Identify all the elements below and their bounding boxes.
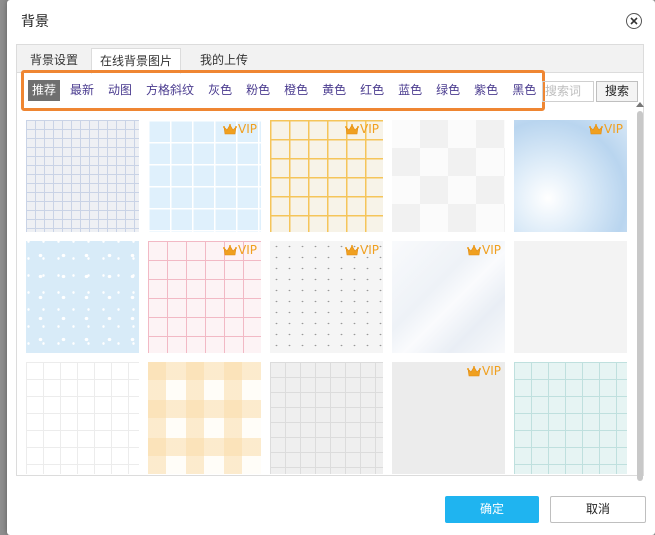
dialog-title: 背景: [21, 14, 49, 30]
category-5[interactable]: 粉色: [242, 80, 274, 101]
background-thumbnail[interactable]: [270, 362, 383, 474]
vip-label: VIP: [482, 243, 501, 257]
vip-label: VIP: [360, 122, 379, 136]
vip-label: VIP: [360, 243, 379, 257]
ok-button[interactable]: 确定: [445, 496, 539, 523]
background-thumbnail[interactable]: [26, 362, 139, 474]
category-11[interactable]: 紫色: [470, 80, 502, 101]
category-9[interactable]: 蓝色: [394, 80, 426, 101]
background-dialog: 背景 背景设置 在线背景图片 我的上传 推荐 最新 动图 方格斜纹 灰色 粉色 橙色 黄色 红色…: [7, 0, 655, 535]
category-7[interactable]: 黄色: [318, 80, 350, 101]
background-thumbnail[interactable]: [26, 241, 139, 353]
crown-icon: [345, 244, 360, 255]
background-thumbnail[interactable]: VIP: [148, 120, 261, 232]
tab-bar: 背景设置 在线背景图片 我的上传: [17, 45, 643, 74]
category-0[interactable]: 推荐: [28, 80, 61, 101]
vip-badge: VIP: [467, 243, 501, 257]
category-10[interactable]: 绿色: [432, 80, 464, 101]
category-3[interactable]: 方格斜纹: [142, 80, 198, 101]
background-thumbnail[interactable]: [148, 362, 261, 474]
background-thumbnail[interactable]: VIP: [270, 241, 383, 353]
crown-icon: [345, 123, 360, 134]
vip-badge: VIP: [467, 364, 501, 378]
category-6[interactable]: 橙色: [280, 80, 312, 101]
vip-badge: VIP: [345, 243, 379, 257]
category-8[interactable]: 红色: [356, 80, 388, 101]
close-icon: [630, 17, 638, 25]
crown-icon: [223, 244, 238, 255]
vip-label: VIP: [238, 122, 257, 136]
background-thumbnail[interactable]: VIP: [514, 120, 627, 232]
crown-icon: [467, 244, 482, 255]
background-thumbnail[interactable]: VIP: [148, 241, 261, 353]
background-thumbnail[interactable]: [514, 362, 627, 474]
category-1[interactable]: 最新: [66, 80, 98, 101]
category-12[interactable]: 黑色: [508, 80, 540, 101]
category-bar: 推荐 最新 动图 方格斜纹 灰色 粉色 橙色 黄色 红色 蓝色 绿色 紫色 黑色: [28, 80, 546, 102]
search-input[interactable]: 搜索词: [542, 81, 594, 102]
scrollbar-thumb[interactable]: [637, 111, 643, 481]
cancel-button[interactable]: 取消: [550, 496, 646, 523]
background-thumbnail[interactable]: [514, 241, 627, 353]
vip-label: VIP: [238, 243, 257, 257]
search-button[interactable]: 搜索: [596, 81, 638, 102]
close-button[interactable]: [626, 13, 642, 29]
vip-label: VIP: [604, 122, 623, 136]
vip-label: VIP: [482, 364, 501, 378]
vip-badge: VIP: [223, 122, 257, 136]
crown-icon: [589, 123, 604, 134]
scroll-up-arrow-icon[interactable]: [635, 100, 645, 108]
background-thumbnail[interactable]: [26, 120, 139, 232]
category-4[interactable]: 灰色: [204, 80, 236, 101]
background-thumbnail[interactable]: VIP: [270, 120, 383, 232]
thumbnail-grid: VIP VIP VIP VIP VIP VIP VIP: [17, 115, 643, 475]
content-panel: 背景设置 在线背景图片 我的上传 推荐 最新 动图 方格斜纹 灰色 粉色 橙色 黄色 红色 蓝色绿…: [16, 44, 644, 476]
vip-badge: VIP: [345, 122, 379, 136]
crown-icon: [223, 123, 238, 134]
background-thumbnail[interactable]: VIP: [392, 362, 505, 474]
crown-icon: [467, 365, 482, 376]
background-thumbnail[interactable]: VIP: [392, 241, 505, 353]
category-2[interactable]: 动图: [104, 80, 136, 101]
vip-badge: VIP: [589, 122, 623, 136]
background-thumbnail[interactable]: [392, 120, 505, 232]
vip-badge: VIP: [223, 243, 257, 257]
